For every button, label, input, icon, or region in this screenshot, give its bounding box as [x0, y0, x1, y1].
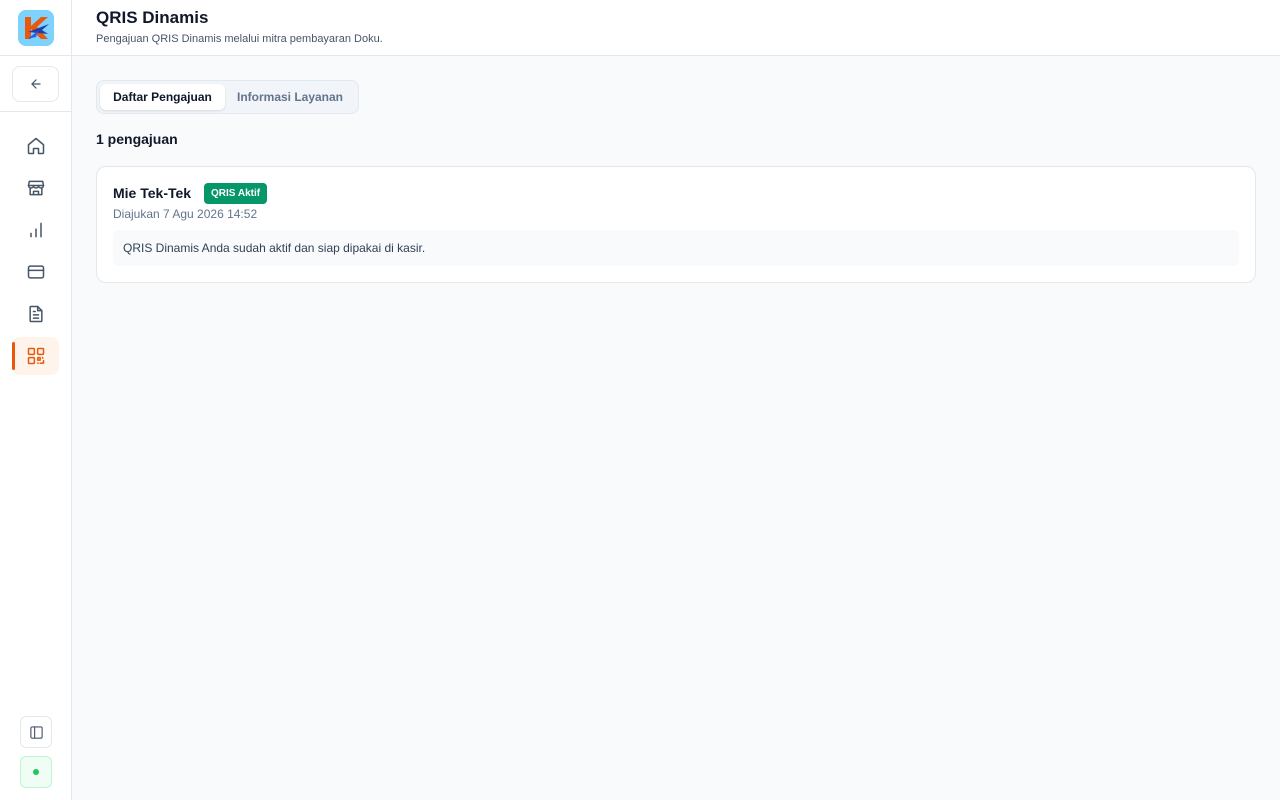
collapse-sidebar-button[interactable]	[20, 716, 52, 748]
sidebar-item-payments[interactable]	[12, 253, 59, 291]
page-header: QRIS Dinamis Pengajuan QRIS Dinamis mela…	[72, 0, 1280, 56]
status-badge: QRIS Aktif	[204, 183, 268, 204]
merchant-name: Mie Tek-Tek	[113, 185, 192, 201]
online-dot-icon	[33, 769, 39, 775]
sidebar-item-documents[interactable]	[12, 295, 59, 333]
sidebar-item-qris[interactable]	[12, 337, 59, 375]
sidebar-panel-icon	[29, 725, 43, 739]
sidebar-divider	[0, 55, 71, 56]
status-message: QRIS Dinamis Anda sudah aktif dan siap d…	[123, 241, 426, 255]
home-icon	[27, 137, 44, 155]
sidebar-item-home[interactable]	[12, 127, 59, 165]
sidebar-divider	[0, 111, 71, 112]
submitted-date: Diajukan 7 Agu 2026 14:52	[113, 207, 258, 221]
arrow-left-icon	[30, 79, 41, 89]
online-status-button[interactable]	[20, 756, 52, 788]
qr-code-icon	[27, 347, 44, 365]
page-subtitle: Pengajuan QRIS Dinamis melalui mitra pem…	[96, 33, 383, 45]
bar-chart-icon	[29, 222, 42, 238]
page-title: QRIS Dinamis	[96, 8, 209, 27]
k-logo-icon	[18, 10, 54, 46]
tab-informasi-layanan[interactable]: Informasi Layanan	[227, 84, 353, 110]
sidebar-item-reports[interactable]	[12, 211, 59, 249]
store-icon	[27, 180, 44, 196]
credit-card-icon	[27, 265, 44, 279]
status-message-box: QRIS Dinamis Anda sudah aktif dan siap d…	[113, 230, 1239, 266]
document-icon	[28, 305, 43, 323]
submission-card[interactable]: Mie Tek-Tek QRIS Aktif Diajukan 7 Agu 20…	[96, 166, 1256, 283]
app-logo[interactable]	[18, 10, 54, 46]
submission-count: 1 pengajuan	[96, 131, 178, 147]
sidebar-item-store[interactable]	[12, 169, 59, 207]
tab-daftar-pengajuan[interactable]: Daftar Pengajuan	[100, 84, 225, 110]
sidebar	[0, 0, 72, 800]
back-button[interactable]	[12, 66, 59, 102]
tab-bar: Daftar Pengajuan Informasi Layanan	[96, 80, 359, 114]
